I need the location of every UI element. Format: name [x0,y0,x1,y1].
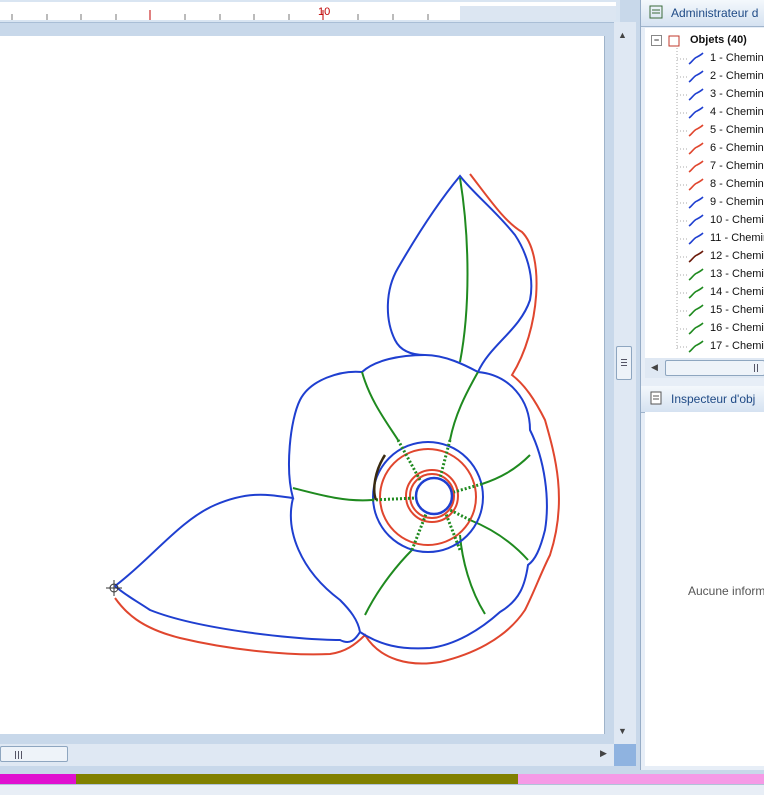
inspector-title: Inspecteur d'obj [671,392,756,406]
tree-item-label: 6 - Chemin [710,142,764,154]
scroll-right-icon[interactable]: ▶ [600,748,607,759]
horizontal-scroll-thumb[interactable] [0,746,68,762]
object-tree[interactable]: − Objets (40) 1 - Chemin 2 - Chemin 3 - Ch… [645,28,764,358]
path-icon [688,106,704,119]
status-segment-olive [76,774,518,784]
tree-item-label: 1 - Chemin [710,52,764,64]
right-panel: Administrateur d − Objets (40) 1 - Chemi… [640,0,764,770]
path-icon [688,196,704,209]
tree-item-label: 4 - Chemin [710,106,764,118]
path-icon [688,88,704,101]
horizontal-scrollbar[interactable]: ▶ [0,744,614,766]
tree-item-label: 7 - Chemin [710,160,764,172]
path-icon [688,340,704,353]
inner-ring-red-outer[interactable] [379,448,477,546]
outline-path[interactable] [114,174,548,650]
vertical-scroll-thumb[interactable] [616,346,632,380]
path-icon [688,70,704,83]
path-icon [688,232,704,245]
path-icon [688,178,704,191]
path-icon [688,286,704,299]
status-segment-pink [518,774,764,784]
path-icon [688,124,704,137]
path-icon [688,322,704,335]
tree-item-label: 5 - Chemin [710,124,764,136]
tree-item-label: 3 - Chemin [710,88,764,100]
bottom-border [0,784,764,795]
path-icon [688,160,704,173]
vertical-scrollbar[interactable]: ▲ ▼ [614,22,636,744]
horizontal-ruler: 10 [0,0,620,23]
path-icon [688,142,704,155]
object-manager-header[interactable]: Administrateur d [641,0,764,27]
scroll-down-icon[interactable]: ▼ [618,726,627,736]
tree-item-label: 11 - Chemin [710,232,764,244]
scroll-corner [614,744,636,766]
offset-outline-path[interactable] [114,173,560,665]
inspector-icon [650,391,662,405]
ruler-scale: 10 [0,2,616,20]
path-icon [688,304,704,317]
object-manager-icon [649,5,663,19]
tree-item-label: 17 - Chemin [710,340,764,352]
tree-item-label: 15 - Chemin [710,304,764,316]
tree-item-label: 14 - Chemin [710,286,764,298]
inspector-header[interactable]: Inspecteur d'obj [641,386,764,413]
ruler-ticks [11,6,616,20]
scroll-up-icon[interactable]: ▲ [618,30,627,40]
ruler-label-10: 10 [318,6,331,18]
status-segment-magenta [0,774,76,784]
path-icon [688,214,704,227]
tree-scroll-thumb[interactable] [665,360,764,376]
tree-scroll-left-icon[interactable]: ◀ [651,362,658,373]
path-icon [688,250,704,263]
tree-item-label: 8 - Chemin [710,178,764,190]
drawing-canvas[interactable] [0,36,605,734]
object-inspector: Aucune inform [645,412,764,766]
tree-horizontal-scrollbar[interactable]: ◀ [645,358,764,378]
color-status-bar [0,774,764,784]
center-ring-blue[interactable] [414,476,454,516]
tree-item-label: 12 - Chemin [710,250,764,262]
tree-item-label: 13 - Chemin [710,268,764,280]
tree-item-label: 16 - Chemin [710,322,764,334]
object-manager-title: Administrateur d [671,6,759,20]
inner-ring-blue[interactable] [372,441,484,553]
flower-drawing[interactable] [0,36,604,734]
path-icon [688,52,704,65]
path-icon [688,268,704,281]
tree-item-label: 2 - Chemin [710,70,764,82]
tree-item-label: 10 - Chemin [710,214,764,226]
tree-item-label: 9 - Chemin [710,196,764,208]
no-info-message: Aucune inform [688,584,764,598]
